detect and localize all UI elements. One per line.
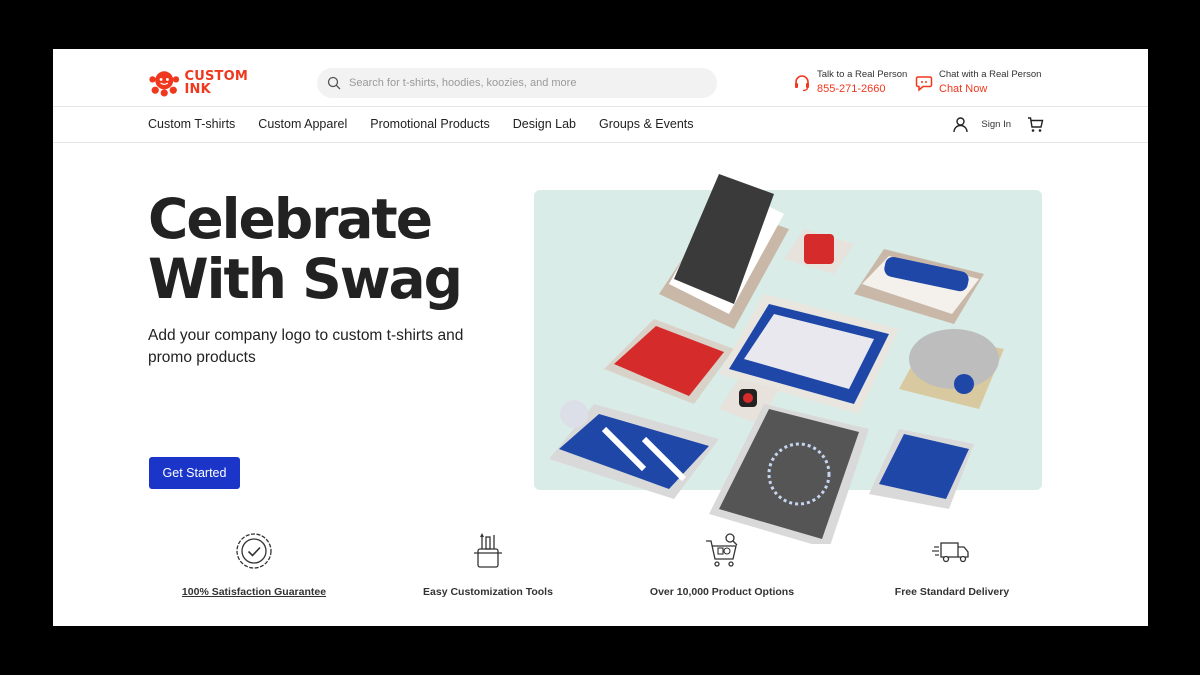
- cart-icon[interactable]: [1027, 116, 1044, 133]
- shopping-cart-icon: [706, 533, 738, 567]
- phone-number[interactable]: 855-271-2660: [817, 81, 907, 97]
- hero-subtitle: Add your company logo to custom t-shirts…: [148, 327, 464, 366]
- cap-box: [899, 329, 1004, 409]
- feature-label-satisfaction[interactable]: 100% Satisfaction Guarantee: [154, 586, 354, 598]
- feature-products: Over 10,000 Product Options: [622, 531, 822, 598]
- delivery-truck-icon: [932, 542, 969, 563]
- main-nav: Custom T-shirts Custom Apparel Promotion…: [53, 108, 1148, 143]
- mug-box: [784, 229, 854, 274]
- feature-customization: Easy Customization Tools: [388, 531, 588, 598]
- phone-label: Talk to a Real Person: [817, 69, 908, 80]
- hero-title: Celebrate With Swag: [148, 187, 463, 311]
- bottle-box: [854, 249, 984, 324]
- page: CUSTOM INK Talk to a Real Person 855-271…: [53, 49, 1148, 626]
- hero-title-line1: Celebrate: [148, 187, 433, 251]
- chat-now-link[interactable]: Chat Now: [939, 81, 1041, 97]
- feature-satisfaction: 100% Satisfaction Guarantee: [154, 531, 354, 598]
- sign-in-link[interactable]: Sign In: [981, 119, 1011, 130]
- features-row: 100% Satisfaction Guarantee Easy Customi…: [148, 531, 1048, 611]
- design-tools-icon: [474, 533, 502, 568]
- feature-label-products: Over 10,000 Product Options: [649, 586, 795, 598]
- nav-item-custom-apparel[interactable]: Custom Apparel: [258, 117, 347, 131]
- search-input[interactable]: [349, 77, 689, 89]
- user-icon[interactable]: [952, 116, 969, 133]
- nav-item-promotional-products[interactable]: Promotional Products: [370, 117, 490, 131]
- badge-check-icon: [236, 533, 272, 569]
- nav-item-groups-events[interactable]: Groups & Events: [599, 117, 694, 131]
- feature-label-delivery: Free Standard Delivery: [894, 586, 1010, 598]
- nav-items: Custom T-shirts Custom Apparel Promotion…: [148, 117, 694, 131]
- scarf-box: [869, 429, 974, 509]
- nav-item-design-lab[interactable]: Design Lab: [513, 117, 576, 131]
- feature-label-customization: Easy Customization Tools: [423, 586, 553, 598]
- nav-item-custom-tshirts[interactable]: Custom T-shirts: [148, 117, 235, 131]
- phone-contact[interactable]: Talk to a Real Person 855-271-2660: [793, 68, 907, 97]
- red-notebook-box: [604, 319, 734, 404]
- feature-delivery: Free Standard Delivery: [852, 531, 1052, 598]
- beanie-box: [549, 400, 719, 499]
- chat-label: Chat with a Real Person: [939, 69, 1042, 80]
- custom-ink-logo[interactable]: CUSTOM INK: [148, 65, 248, 101]
- hoodie-box: [709, 404, 869, 544]
- top-bar: CUSTOM INK Talk to a Real Person 855-271…: [53, 49, 1148, 107]
- logo-octopus-icon: [149, 71, 180, 97]
- nav-account: Sign In: [952, 116, 1044, 133]
- swag-boxes-image: [549, 174, 1004, 544]
- search-icon: [327, 76, 341, 90]
- chat-contact[interactable]: Chat with a Real Person Chat Now: [915, 68, 1041, 97]
- hero-title-line2: With Swag: [148, 247, 463, 311]
- logo-line2: INK: [184, 82, 211, 97]
- search-bar[interactable]: [317, 68, 717, 98]
- logo-text: CUSTOM INK: [184, 70, 248, 96]
- chat-icon: [915, 76, 933, 92]
- headset-icon: [795, 75, 809, 92]
- get-started-button[interactable]: Get Started: [149, 457, 240, 489]
